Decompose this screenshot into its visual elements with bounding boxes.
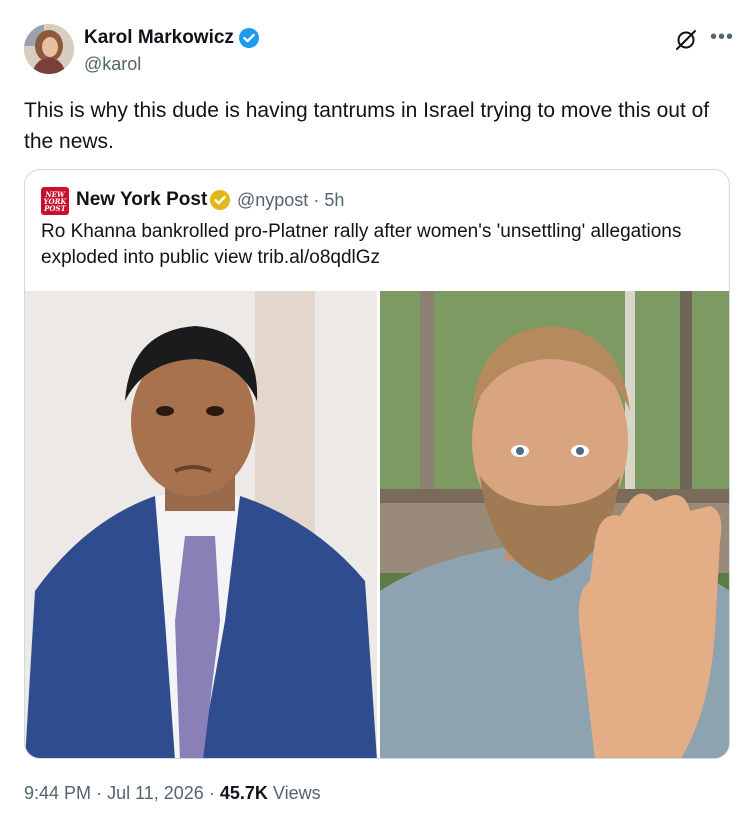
views-label: Views xyxy=(272,783,321,803)
tweet-text: This is why this dude is having tantrums… xyxy=(24,99,710,153)
author-name[interactable]: Karol Markowicz xyxy=(84,27,234,49)
author-avatar[interactable] xyxy=(24,24,74,74)
quoted-author-name: New York Post xyxy=(76,189,208,210)
quoted-handle: @nypost xyxy=(237,190,309,210)
gold-verified-badge-icon xyxy=(210,190,230,210)
quoted-tweet-card[interactable]: NEW YORK POST New York Post @nypost · 5h… xyxy=(24,169,730,759)
quoted-age: 5h xyxy=(324,190,345,210)
footer-separator: · xyxy=(208,783,215,803)
quoted-separator: · xyxy=(313,190,320,210)
quoted-photo-right[interactable] xyxy=(380,291,729,758)
verified-badge-icon xyxy=(239,28,259,48)
more-options-icon[interactable]: ••• xyxy=(710,27,734,47)
quoted-meta: @nypost · 5h xyxy=(237,190,344,211)
nypost-logo: NEW YORK POST xyxy=(41,187,69,215)
footer-separator: · xyxy=(96,783,103,803)
views-count: 45.7K xyxy=(219,783,268,803)
avatar-image xyxy=(24,24,74,74)
grok-icon[interactable] xyxy=(674,28,698,52)
tweet-time[interactable]: 9:44 PM xyxy=(24,783,91,803)
quoted-text: Ro Khanna bankrolled pro-Platner rally a… xyxy=(41,221,682,268)
photo-man-in-suit xyxy=(25,291,377,758)
tweet-footer: 9:44 PM · Jul 11, 2026 · 45.7K Views xyxy=(24,783,321,804)
quoted-photo-left[interactable] xyxy=(25,291,377,758)
tweet-date[interactable]: Jul 11, 2026 xyxy=(107,783,204,803)
author-handle[interactable]: @karol xyxy=(84,54,141,75)
photo-bearded-man xyxy=(380,291,729,758)
